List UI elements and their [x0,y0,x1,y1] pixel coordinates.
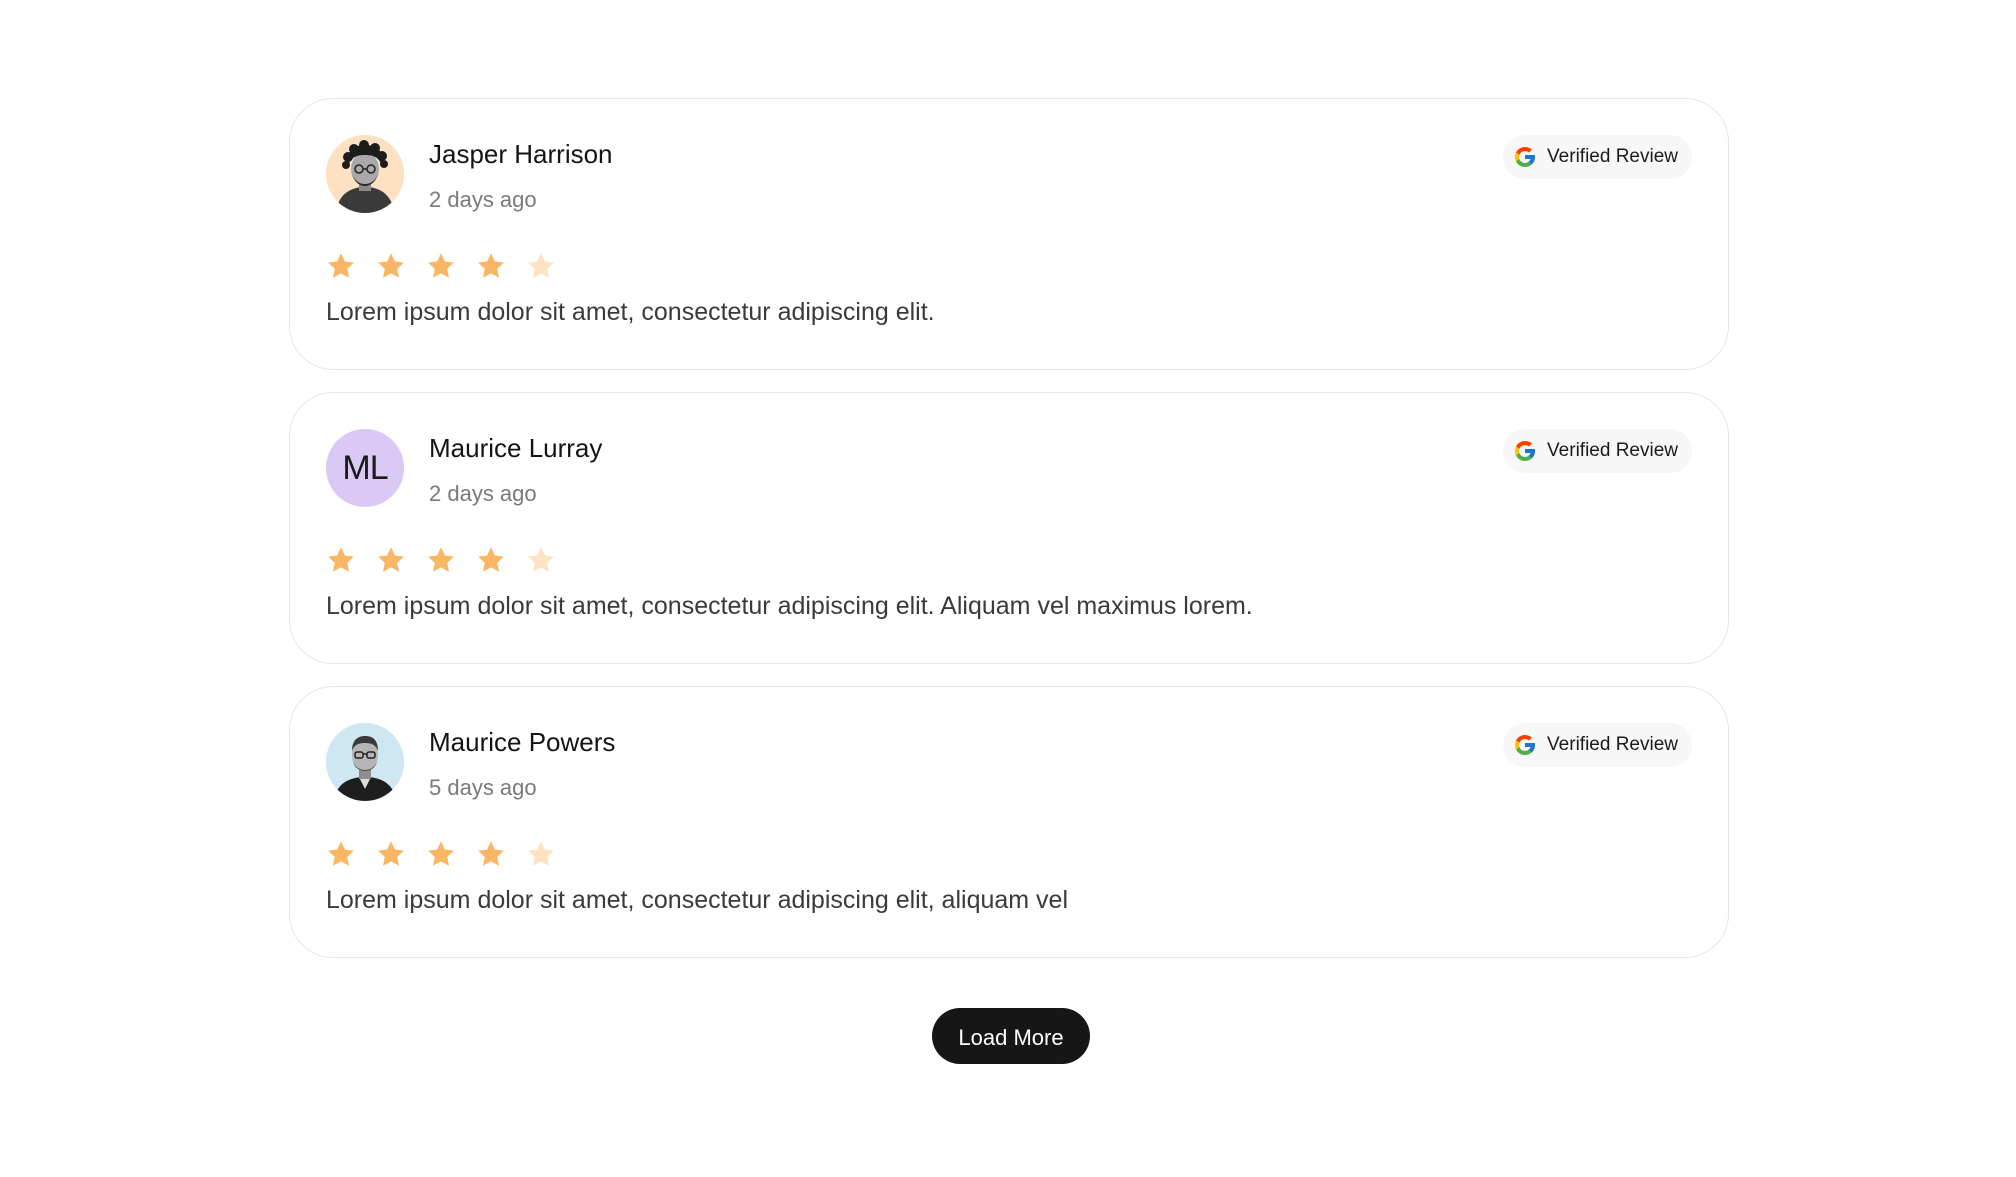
avatar: ML [326,429,404,507]
star-icon [528,547,554,572]
review-time: 2 days ago [429,481,537,506]
star-icon [428,253,454,278]
review-text: Lorem ipsum dolor sit amet, consectetur … [326,592,1253,620]
star-icon [528,253,554,278]
verified-badge-label: Verified Review [1547,146,1678,167]
review-card: ML Maurice Lurray 2 days ago Verified Re… [289,392,1729,664]
reviewer-name: Maurice Lurray [429,433,603,463]
star-rating [326,839,556,869]
reviews-list: Jasper Harrison 2 days ago Verified Revi… [289,98,1729,980]
google-icon [1515,147,1536,167]
star-icon [378,547,404,572]
google-icon [1515,735,1536,755]
star-icon [478,841,504,866]
review-card: Jasper Harrison 2 days ago Verified Revi… [289,98,1729,370]
review-card: Maurice Powers 5 days ago Verified Revie… [289,686,1729,958]
verified-badge: Verified Review [1503,135,1692,179]
reviewer-name: Jasper Harrison [429,139,613,169]
star-icon [478,547,504,572]
review-time: 5 days ago [429,775,537,800]
avatar [326,723,404,801]
review-text: Lorem ipsum dolor sit amet, consectetur … [326,298,935,326]
star-icon [528,841,554,866]
star-icon [328,547,354,572]
verified-badge: Verified Review [1503,723,1692,767]
person-photo-icon [326,135,404,213]
review-text: Lorem ipsum dolor sit amet, consectetur … [326,886,1069,914]
star-icon [428,547,454,572]
verified-badge-label: Verified Review [1547,734,1678,755]
verified-badge-label: Verified Review [1547,440,1678,461]
review-time: 2 days ago [429,187,537,212]
star-icon [378,253,404,278]
person-photo-icon [326,723,404,801]
star-icon [378,841,404,866]
google-icon [1515,441,1536,461]
star-icon [428,841,454,866]
star-icon [478,253,504,278]
star-rating [326,251,556,281]
star-icon [328,841,354,866]
star-rating [326,545,556,575]
avatar [326,135,404,213]
avatar-initials: ML [342,448,388,487]
verified-badge: Verified Review [1503,429,1692,473]
reviewer-name: Maurice Powers [429,727,616,757]
load-more-button[interactable]: Load More [932,1008,1090,1064]
star-icon [328,253,354,278]
